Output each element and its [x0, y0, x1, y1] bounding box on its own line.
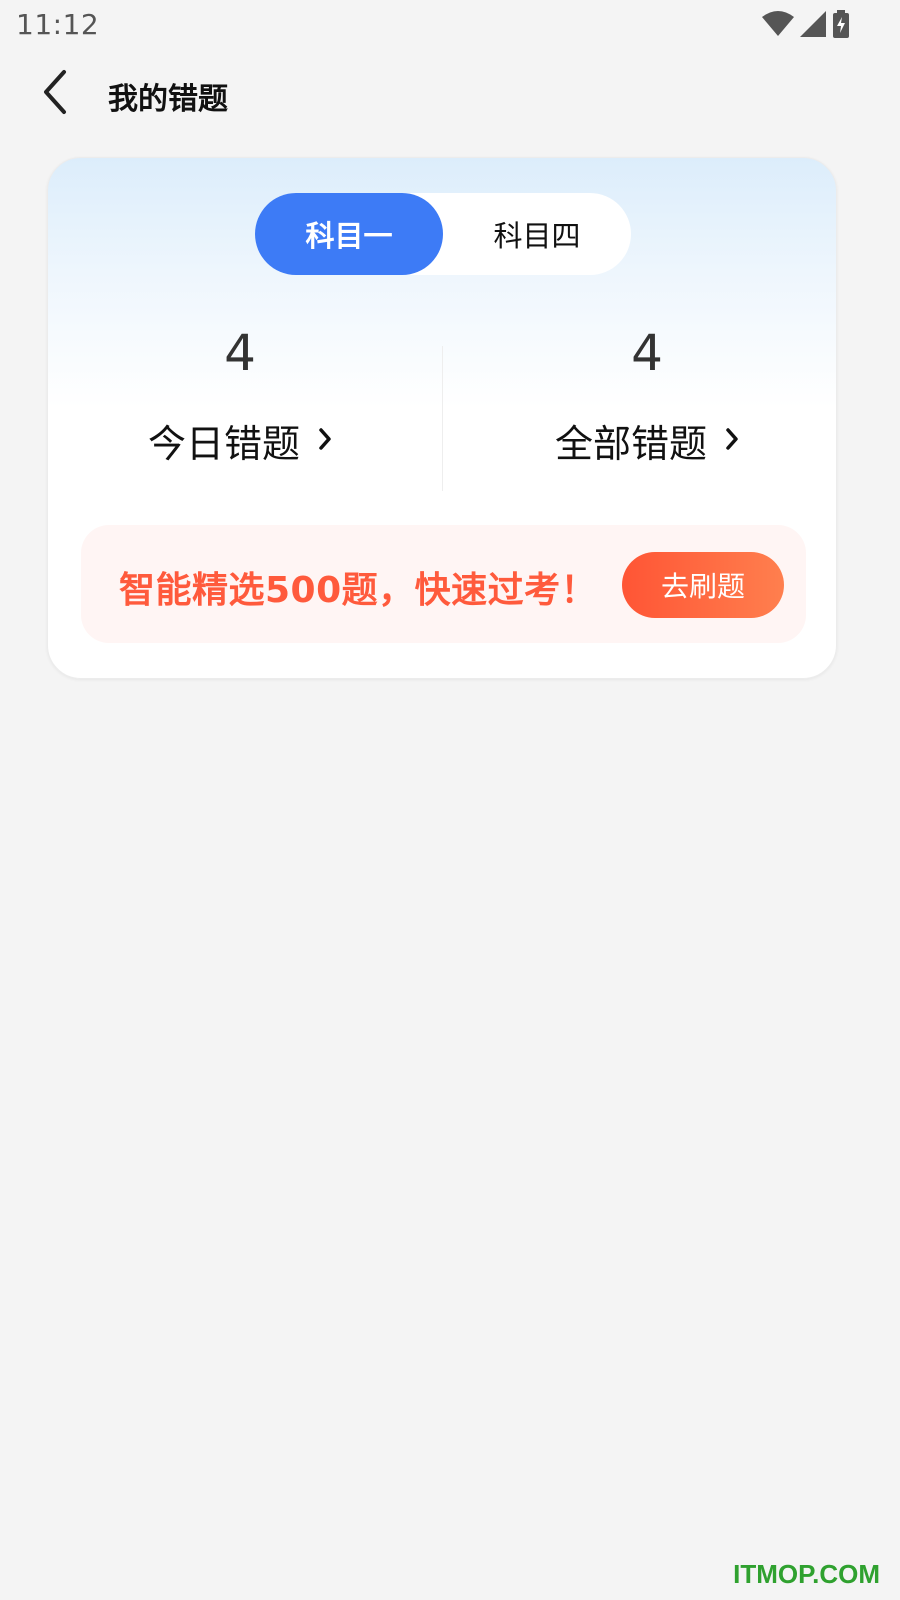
- practice-promo-banner: 智能精选500题，快速过考！ 去刷题: [81, 525, 806, 643]
- all-wrong-link[interactable]: 全部错题: [555, 413, 739, 468]
- status-time: 11:12: [16, 8, 100, 41]
- battery-charging-icon: [832, 10, 850, 38]
- start-practice-button[interactable]: 去刷题: [622, 552, 784, 618]
- back-button[interactable]: [30, 68, 80, 120]
- promo-text: 智能精选500题，快速过考！: [119, 570, 598, 611]
- status-icons: [762, 10, 850, 38]
- tab-subject-one[interactable]: 科目一: [255, 193, 443, 275]
- watermark-logo: ITMOP.COM: [733, 1559, 880, 1589]
- today-wrong-link[interactable]: 今日错题: [148, 413, 332, 468]
- all-wrong-count: 4: [631, 324, 663, 382]
- status-bar: 11:12: [0, 0, 900, 50]
- tab-subject-four[interactable]: 科目四: [443, 193, 631, 275]
- chevron-right-icon: [725, 427, 739, 455]
- signal-icon: [800, 11, 826, 37]
- header: 我的错题: [0, 60, 900, 130]
- all-wrong-stat: 4 全部错题: [497, 323, 797, 468]
- today-wrong-stat: 4 今日错题: [90, 323, 390, 468]
- stats-divider: [442, 346, 443, 491]
- subject-tabs: 科目一 科目四: [255, 193, 631, 275]
- today-wrong-count: 4: [224, 324, 256, 382]
- wifi-icon: [762, 11, 794, 37]
- chevron-right-icon: [318, 427, 332, 455]
- today-wrong-label: 今日错题: [147, 422, 300, 466]
- wrong-questions-card: 科目一 科目四 4 今日错题 4 全部错题 智能精选500题，快速过考！ 去刷题: [47, 157, 837, 679]
- all-wrong-label: 全部错题: [554, 422, 707, 466]
- chevron-left-icon: [40, 68, 70, 120]
- page-title: 我的错题: [108, 82, 228, 117]
